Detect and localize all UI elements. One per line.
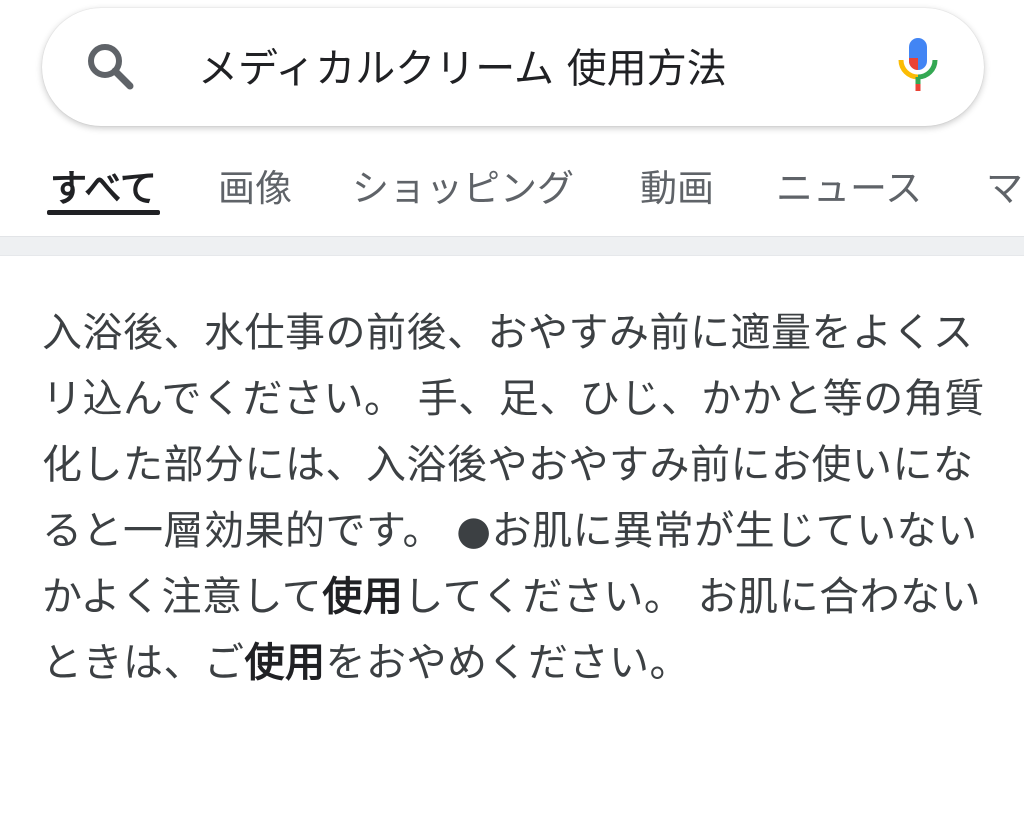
snippet-text-3: をおやめください。 [325, 640, 690, 686]
tab-news[interactable]: ニュース [776, 158, 922, 212]
tab-all[interactable]: すべて [50, 158, 157, 212]
active-tab-indicator [47, 210, 160, 215]
tab-images[interactable]: 画像 [218, 158, 292, 212]
search-tabs: すべて 画像 ショッピング 動画 ニュース マ [0, 140, 1024, 230]
tab-videos[interactable]: 動画 [640, 158, 714, 212]
snippet-highlight-2: 使用 [244, 640, 326, 686]
tab-shopping[interactable]: ショッピング [352, 158, 574, 212]
featured-snippet-text: 入浴後、水仕事の前後、おやすみ前に適量をよくスリ込んでください。 手、足、ひじ、… [42, 300, 1002, 696]
search-input[interactable] [198, 30, 858, 100]
search-results-page: すべて 画像 ショッピング 動画 ニュース マ 入浴後、水仕事の前後、おやすみ前… [0, 0, 1024, 817]
tab-more[interactable]: マ [986, 158, 1023, 212]
mic-icon[interactable] [896, 36, 940, 94]
snippet-highlight-1: 使用 [322, 574, 404, 620]
section-divider [0, 236, 1024, 256]
search-icon[interactable] [84, 40, 136, 92]
